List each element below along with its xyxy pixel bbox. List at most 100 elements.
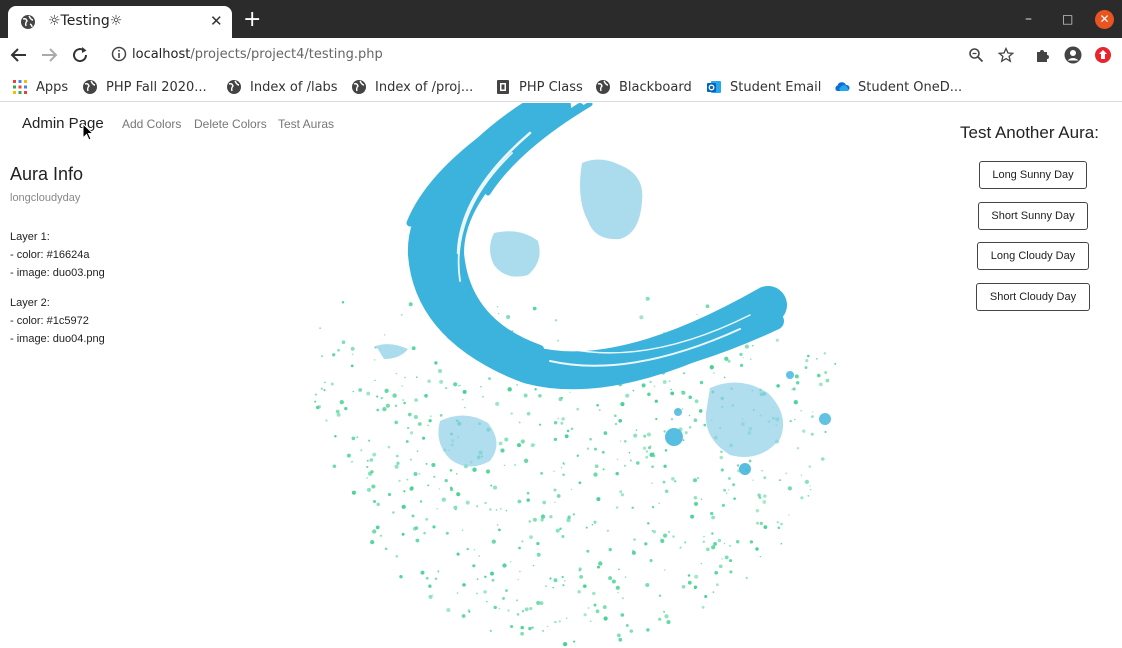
- extension-red-icon[interactable]: [1093, 45, 1113, 65]
- green-speckle: [325, 419, 328, 422]
- green-speckle: [360, 449, 363, 452]
- extensions-puzzle-icon[interactable]: [1033, 45, 1053, 65]
- bookmark-student-onedrive[interactable]: Student OneD...: [834, 77, 962, 97]
- reload-icon[interactable]: [69, 44, 91, 66]
- tab-title: ☼Testing☼: [48, 13, 123, 29]
- info-icon[interactable]: [111, 46, 127, 62]
- zoom-icon[interactable]: [966, 45, 986, 65]
- green-speckle: [561, 575, 564, 579]
- green-speckle: [805, 358, 809, 363]
- green-speckle: [352, 390, 354, 393]
- close-tab-icon[interactable]: ✕: [210, 13, 223, 29]
- green-speckle: [663, 464, 667, 468]
- green-speckle: [532, 517, 537, 522]
- bookmark-php-class[interactable]: PHP Class: [495, 77, 583, 97]
- green-speckle: [380, 396, 383, 400]
- green-speckle: [517, 578, 519, 581]
- minimize-icon[interactable]: –: [1025, 10, 1032, 28]
- green-speckle: [484, 575, 487, 579]
- green-speckle: [727, 359, 731, 363]
- forward-icon[interactable]: [38, 44, 60, 66]
- green-speckle: [337, 348, 340, 352]
- green-speckle: [688, 425, 692, 429]
- green-speckle: [693, 418, 698, 423]
- green-speckle: [392, 393, 397, 398]
- green-speckle: [405, 440, 409, 443]
- green-speckle: [617, 591, 619, 594]
- green-speckle: [723, 488, 727, 492]
- green-speckle: [498, 528, 501, 532]
- bookmark-blackboard[interactable]: Blackboard: [595, 77, 692, 97]
- maximize-icon[interactable]: □: [1062, 10, 1073, 28]
- green-speckle: [755, 547, 759, 551]
- green-speckle: [323, 389, 326, 392]
- green-speckle: [599, 409, 601, 411]
- green-speckle: [422, 436, 426, 440]
- bookmark-apps[interactable]: Apps: [12, 77, 68, 97]
- bookmark-student-email[interactable]: Student Email: [706, 77, 821, 97]
- green-speckle: [507, 387, 512, 392]
- green-speckle: [651, 505, 655, 509]
- green-speckle: [549, 515, 553, 519]
- green-speckle: [562, 473, 565, 477]
- green-speckle: [372, 452, 377, 457]
- bookmark-index-proj[interactable]: Index of /proj...: [351, 77, 473, 97]
- bookmark-index-labs[interactable]: Index of /labs: [226, 77, 338, 97]
- profile-avatar-icon[interactable]: [1063, 45, 1083, 65]
- green-speckle: [402, 399, 404, 401]
- green-speckle: [392, 511, 395, 514]
- page-icon: [497, 80, 509, 94]
- green-speckle: [438, 488, 441, 490]
- window-close-icon[interactable]: ✕: [1095, 10, 1114, 29]
- green-speckle: [615, 471, 619, 476]
- green-speckle: [428, 584, 432, 588]
- green-speckle: [520, 439, 525, 444]
- green-speckle: [763, 494, 767, 498]
- green-speckle: [807, 494, 810, 497]
- green-speckle: [376, 408, 380, 412]
- green-speckle: [436, 508, 438, 510]
- green-speckle: [602, 468, 605, 471]
- green-speckle: [482, 395, 484, 398]
- green-speckle: [518, 546, 521, 550]
- green-speckle: [394, 420, 398, 425]
- green-speckle: [538, 423, 542, 426]
- bookmark-star-icon[interactable]: [996, 45, 1016, 65]
- green-speckle: [336, 412, 341, 417]
- green-speckle: [696, 313, 698, 316]
- green-speckle: [370, 470, 374, 474]
- green-speckle: [564, 642, 568, 646]
- green-speckle: [639, 315, 644, 320]
- green-speckle: [647, 392, 651, 397]
- long-sunny-day-button[interactable]: Long Sunny Day: [979, 161, 1087, 189]
- bookmark-php-fall[interactable]: PHP Fall 2020...: [82, 77, 207, 97]
- short-cloudy-day-button[interactable]: Short Cloudy Day: [976, 283, 1090, 311]
- green-speckle: [779, 479, 781, 482]
- browser-toolbar: localhost/projects/project4/testing.php: [0, 38, 1122, 72]
- green-speckle: [719, 455, 724, 460]
- long-cloudy-day-button[interactable]: Long Cloudy Day: [977, 242, 1089, 270]
- green-speckle: [485, 469, 491, 474]
- green-speckle: [398, 479, 401, 483]
- green-speckle: [721, 503, 725, 507]
- green-speckle: [555, 528, 560, 533]
- green-speckle: [532, 306, 537, 311]
- new-tab-button[interactable]: +: [243, 9, 261, 31]
- short-sunny-day-button[interactable]: Short Sunny Day: [978, 202, 1088, 230]
- layer-1-heading: Layer 1:: [10, 231, 50, 243]
- back-icon[interactable]: [8, 44, 30, 66]
- green-speckle: [561, 535, 565, 538]
- browser-tab[interactable]: ☼Testing☼ ✕: [8, 6, 232, 38]
- green-speckle: [751, 344, 754, 347]
- green-speckle: [505, 589, 508, 592]
- green-speckle: [350, 346, 355, 351]
- nav-delete-colors[interactable]: Delete Colors: [194, 117, 267, 131]
- green-speckle: [401, 385, 403, 387]
- nav-add-colors[interactable]: Add Colors: [122, 117, 181, 131]
- green-speckle: [724, 555, 729, 560]
- green-speckle: [334, 434, 337, 438]
- address-bar[interactable]: localhost/projects/project4/testing.php: [102, 40, 1026, 70]
- green-speckle: [332, 464, 337, 469]
- green-speckle: [728, 544, 732, 548]
- green-speckle: [341, 300, 345, 304]
